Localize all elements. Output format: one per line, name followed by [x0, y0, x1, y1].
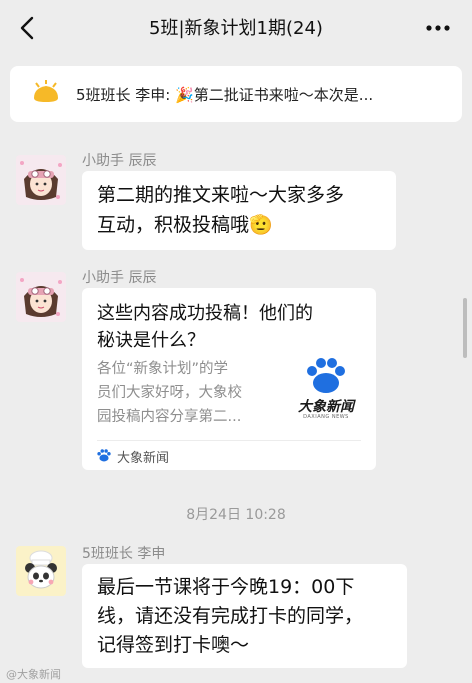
- message-timestamp: 8月24日 10:28: [186, 507, 286, 523]
- cartoon-girl-avatar-icon: [16, 155, 66, 205]
- more-options-icon[interactable]: [421, 14, 455, 42]
- avatar[interactable]: [16, 272, 66, 322]
- card-thumbnail: 大象新闻 DAXIANG NEWS: [290, 358, 362, 422]
- scrollbar[interactable]: [463, 298, 467, 358]
- card-divider: [97, 440, 361, 441]
- avatar[interactable]: [16, 546, 66, 596]
- message-bubble[interactable]: 第二期的推文来啦～大家多多 互动，积极投稿哦🫡: [82, 171, 396, 250]
- message-line: 互动，积极投稿哦🫡: [97, 214, 273, 236]
- link-card[interactable]: 这些内容成功投稿！他们的 秘诀是什么？ 各位“新象计划”的学 员们大家好呀，大象…: [82, 288, 376, 470]
- card-description-line: 员们大家好呀，大象校: [97, 385, 242, 401]
- sender-name: 小助手 辰辰: [82, 270, 157, 286]
- sender-name: 5班班长 李申: [82, 546, 166, 562]
- message-line: 记得签到打卡噢～: [97, 634, 250, 656]
- card-title-line: 秘诀是什么？: [97, 330, 205, 351]
- chat-title: 5班|新象计划1期(24): [149, 18, 323, 39]
- card-source-name: 大象新闻: [117, 451, 170, 466]
- thumbnail-brand-text: 大象新闻: [298, 399, 354, 415]
- cartoon-girl-avatar-icon: [16, 272, 66, 322]
- chef-panda-avatar-icon: [16, 546, 66, 596]
- watermark-text: @大象新闻: [6, 668, 61, 681]
- thumbnail-brand-subtext: DAXIANG NEWS: [303, 414, 349, 420]
- daxiang-paw-logo-icon: [307, 358, 345, 393]
- card-description-line: 各位“新象计划”的学: [97, 361, 229, 377]
- announcement-megaphone-icon: [34, 80, 58, 102]
- message-line: 第二期的推文来啦～大家多多: [97, 184, 345, 206]
- card-description-line: 园投稿内容分享第二...: [97, 409, 242, 425]
- sender-name: 小助手 辰辰: [82, 153, 157, 169]
- message-line: 最后一节课将于今晚19：00下: [97, 576, 355, 598]
- announcement-text: 5班班长 李申: 🎉第二批证书来啦～本次是...: [76, 86, 374, 104]
- message-bubble[interactable]: 最后一节课将于今晚19：00下 线，请还没有完成打卡的同学， 记得签到打卡噢～: [82, 564, 407, 668]
- card-title-line: 这些内容成功投稿！他们的: [97, 303, 313, 324]
- avatar[interactable]: [16, 155, 66, 205]
- message-line: 线，请还没有完成打卡的同学，: [97, 605, 364, 627]
- source-paw-icon: [97, 449, 111, 462]
